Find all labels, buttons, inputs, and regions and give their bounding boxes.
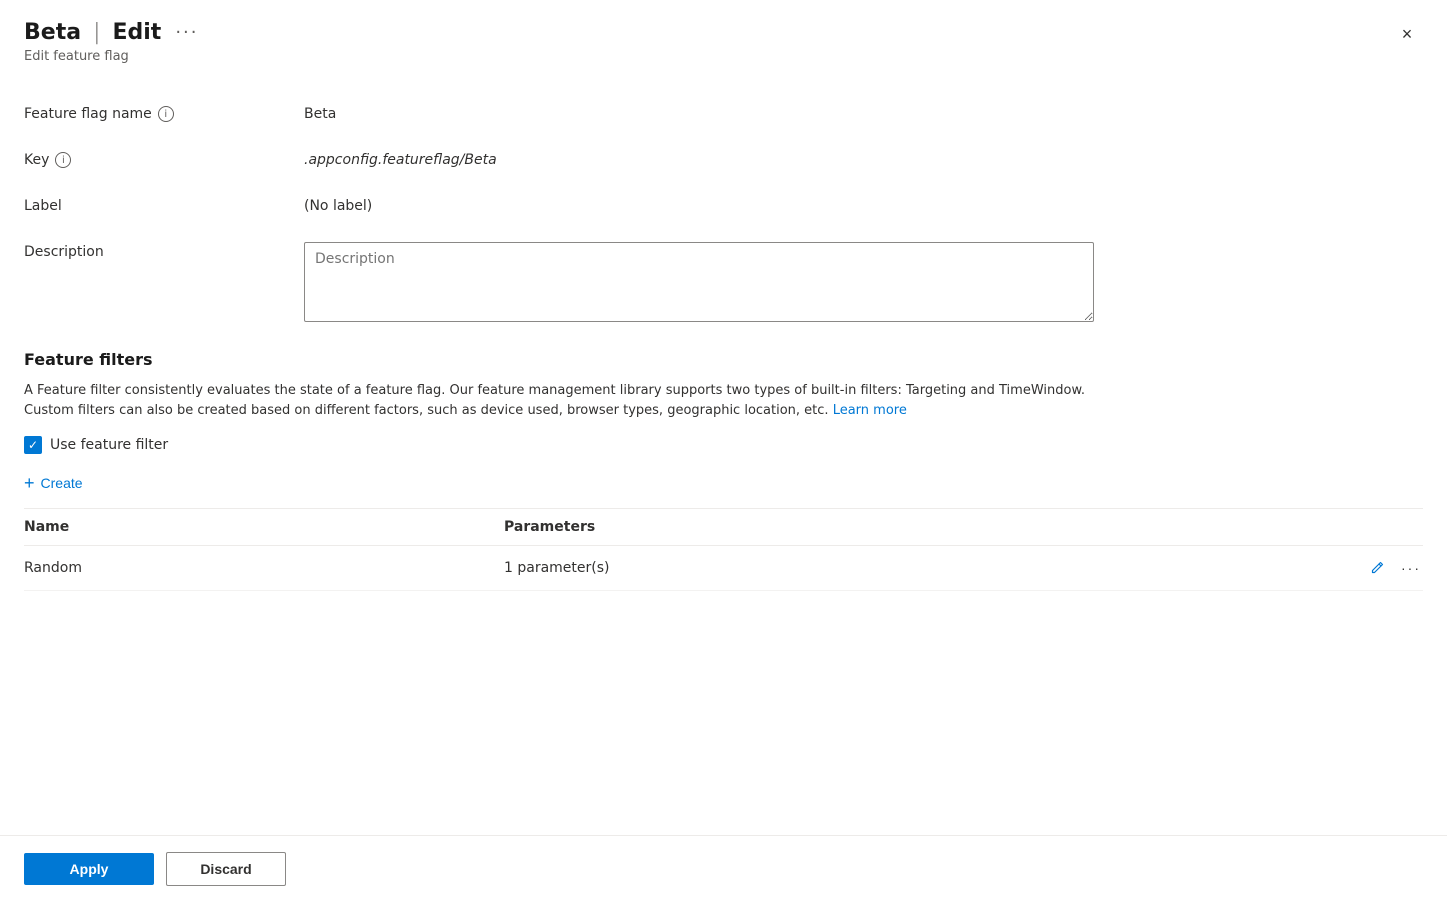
panel-title-row: Beta | Edit ··· xyxy=(24,20,1423,45)
apply-button[interactable]: Apply xyxy=(24,853,154,885)
label-label: Label xyxy=(24,196,304,214)
panel-body: Feature flag name i Beta Key i .appconfi… xyxy=(0,80,1447,835)
filters-table: Name Parameters Random 1 parameter(s) xyxy=(24,508,1423,591)
create-filter-label: Create xyxy=(41,475,83,491)
feature-flag-name-value: Beta xyxy=(304,104,336,122)
feature-flag-name-info-icon[interactable]: i xyxy=(158,106,174,122)
feature-flag-name-row: Feature flag name i Beta xyxy=(24,104,1423,122)
panel-footer: Apply Discard xyxy=(0,835,1447,902)
feature-flag-name-label: Feature flag name i xyxy=(24,104,304,122)
description-label: Description xyxy=(24,242,304,260)
panel-subtitle: Edit feature flag xyxy=(24,49,1423,64)
feature-filters-description: A Feature filter consistently evaluates … xyxy=(24,381,1124,420)
feature-filters-section: Feature filters A Feature filter consist… xyxy=(24,350,1423,591)
filter-more-button[interactable]: ··· xyxy=(1399,558,1423,578)
col-name-header: Name xyxy=(24,519,504,535)
description-row: Description xyxy=(24,242,1423,322)
table-header: Name Parameters xyxy=(24,509,1423,546)
filter-params-cell: 1 parameter(s) xyxy=(504,560,1367,576)
filter-name-cell: Random xyxy=(24,560,504,576)
plus-icon: + xyxy=(24,474,35,492)
checkbox-check-icon: ✓ xyxy=(28,439,38,451)
close-button[interactable]: × xyxy=(1391,18,1423,50)
use-feature-filter-row: ✓ Use feature filter xyxy=(24,436,1423,454)
key-value: .appconfig.featureflag/Beta xyxy=(304,150,497,168)
learn-more-link[interactable]: Learn more xyxy=(833,403,907,418)
panel-title-separator: | xyxy=(93,20,100,45)
create-filter-button[interactable]: + Create xyxy=(24,474,83,492)
pencil-icon xyxy=(1369,560,1385,576)
more-actions-icon: ··· xyxy=(1401,560,1421,576)
panel-title-section: Edit xyxy=(112,20,161,45)
label-value: (No label) xyxy=(304,196,372,214)
feature-filters-title: Feature filters xyxy=(24,350,1423,369)
discard-button[interactable]: Discard xyxy=(166,852,286,886)
key-info-icon[interactable]: i xyxy=(55,152,71,168)
key-label: Key i xyxy=(24,150,304,168)
label-row: Label (No label) xyxy=(24,196,1423,214)
use-feature-filter-label[interactable]: Use feature filter xyxy=(50,437,168,453)
panel-title-main: Beta xyxy=(24,20,81,45)
table-row: Random 1 parameter(s) ··· xyxy=(24,546,1423,591)
col-params-header: Parameters xyxy=(504,519,1423,535)
filter-actions-cell: ··· xyxy=(1367,558,1423,578)
edit-feature-flag-panel: Beta | Edit ··· Edit feature flag × Feat… xyxy=(0,0,1447,902)
filter-edit-button[interactable] xyxy=(1367,558,1387,578)
panel-more-icon[interactable]: ··· xyxy=(175,22,198,43)
close-icon: × xyxy=(1402,24,1413,45)
description-input[interactable] xyxy=(304,242,1094,322)
key-row: Key i .appconfig.featureflag/Beta xyxy=(24,150,1423,168)
panel-header: Beta | Edit ··· Edit feature flag × xyxy=(0,0,1447,80)
use-feature-filter-checkbox[interactable]: ✓ xyxy=(24,436,42,454)
